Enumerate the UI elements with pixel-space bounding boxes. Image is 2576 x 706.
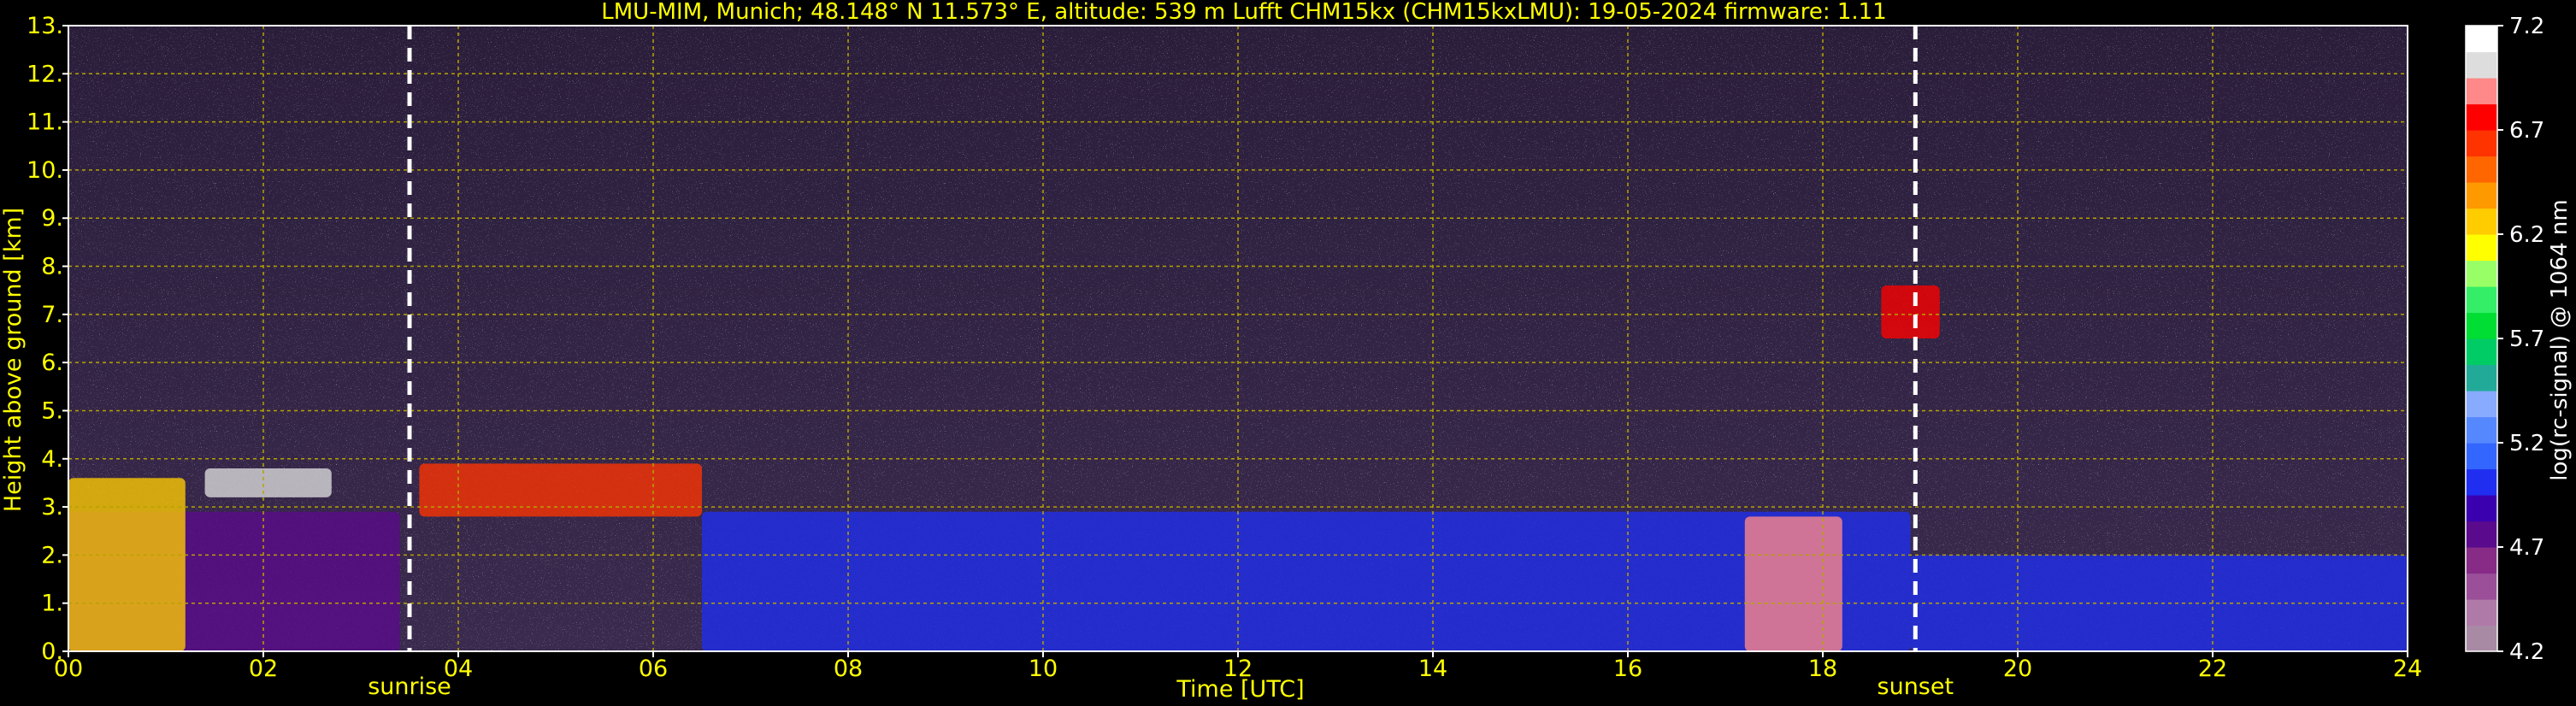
colorbar-segment: [2466, 364, 2497, 391]
colorbar-segment: [2466, 338, 2497, 366]
x-axis-label: Time [UTC]: [1176, 676, 1304, 703]
y-tick-label: 9.: [41, 205, 63, 232]
colorbar-segment: [2466, 260, 2497, 287]
colorbar-segment: [2466, 625, 2497, 652]
plot-area: 00 02 04 06 08 10 12 14 16 18 20 22 240.1.2.3.4.5.6.…: [27, 13, 2422, 700]
colorbar-label: log(rc-signal) @ 1064 nm: [2547, 199, 2573, 480]
x-tick-label: 14: [1418, 656, 1447, 682]
colorbar-segment: [2466, 547, 2497, 574]
colorbar-tick-label: 6.2: [2509, 222, 2544, 248]
signal-feature-5: [1744, 516, 1842, 651]
x-tick-label: 02: [249, 656, 278, 682]
colorbar-segment: [2466, 103, 2497, 131]
y-tick-label: 6.: [41, 350, 63, 376]
y-tick-label: 2.: [41, 542, 63, 568]
x-tick-label: 20: [2003, 656, 2032, 682]
x-tick-label: 08: [834, 656, 863, 682]
y-tick-label: 3.: [41, 494, 63, 521]
x-tick-label: 18: [1808, 656, 1837, 682]
y-tick-label: 0.: [41, 638, 63, 665]
signal-feature-3: [419, 463, 702, 517]
y-tick-label: 5.: [41, 397, 63, 424]
colorbar-segment: [2466, 78, 2497, 105]
y-tick-label: 7.: [41, 302, 63, 328]
colorbar-tick-label: 6.7: [2509, 118, 2544, 144]
signal-feature-4: [702, 511, 1911, 651]
x-tick-label: 06: [639, 656, 668, 682]
x-tick-label: 10: [1029, 656, 1058, 682]
colorbar-tick-label: 4.2: [2509, 639, 2544, 665]
colorbar-segment: [2466, 416, 2497, 444]
colorbar-segment: [2466, 391, 2497, 418]
sunrise-label: sunrise: [368, 674, 451, 700]
colorbar-segment: [2466, 130, 2497, 157]
colorbar-segment: [2466, 182, 2497, 209]
signal-feature-2: [68, 478, 186, 651]
y-tick-label: 13.: [27, 13, 63, 39]
colorbar-segment: [2466, 51, 2497, 79]
colorbar-segment: [2466, 495, 2497, 522]
colorbar-tick-label: 7.2: [2509, 14, 2544, 39]
y-tick-label: 4.: [41, 446, 63, 473]
y-tick-label: 1.: [41, 591, 63, 617]
colorbar: 4.2 4.7 5.2 5.7 6.2 6.7 7.2: [2465, 14, 2544, 665]
ceilometer-chart: LMU-MIM, Munich; 48.148° N 11.573° E, al…: [0, 0, 2573, 703]
y-tick-label: 10.: [27, 157, 63, 184]
x-tick-label: 16: [1613, 656, 1642, 682]
colorbar-segment: [2466, 521, 2497, 548]
colorbar-segment: [2466, 573, 2497, 600]
colorbar-segment: [2466, 312, 2497, 339]
colorbar-tick-label: 4.7: [2509, 535, 2544, 561]
y-tick-label: 12.: [27, 61, 63, 87]
colorbar-segment: [2466, 443, 2497, 470]
colorbar-segment: [2466, 286, 2497, 314]
sunset-label: sunset: [1877, 674, 1954, 700]
x-tick-label: 22: [2198, 656, 2227, 682]
y-tick-label: 8.: [41, 254, 63, 280]
colorbar-segment: [2466, 208, 2497, 235]
colorbar-segment: [2466, 599, 2497, 627]
colorbar-segment: [2466, 234, 2497, 262]
colorbar-segment: [2466, 468, 2497, 496]
y-tick-label: 11.: [27, 109, 63, 136]
colorbar-segment: [2466, 26, 2497, 53]
colorbar-tick-label: 5.2: [2509, 431, 2544, 456]
colorbar-tick-label: 5.7: [2509, 327, 2544, 352]
y-axis-label: Height above ground [km]: [0, 208, 27, 512]
signal-feature-6: [1881, 285, 1940, 338]
colorbar-segment: [2466, 156, 2497, 183]
chart-title: LMU-MIM, Munich; 48.148° N 11.573° E, al…: [601, 0, 1886, 25]
x-tick-label: 24: [2393, 656, 2422, 682]
signal-feature-1: [204, 468, 332, 497]
